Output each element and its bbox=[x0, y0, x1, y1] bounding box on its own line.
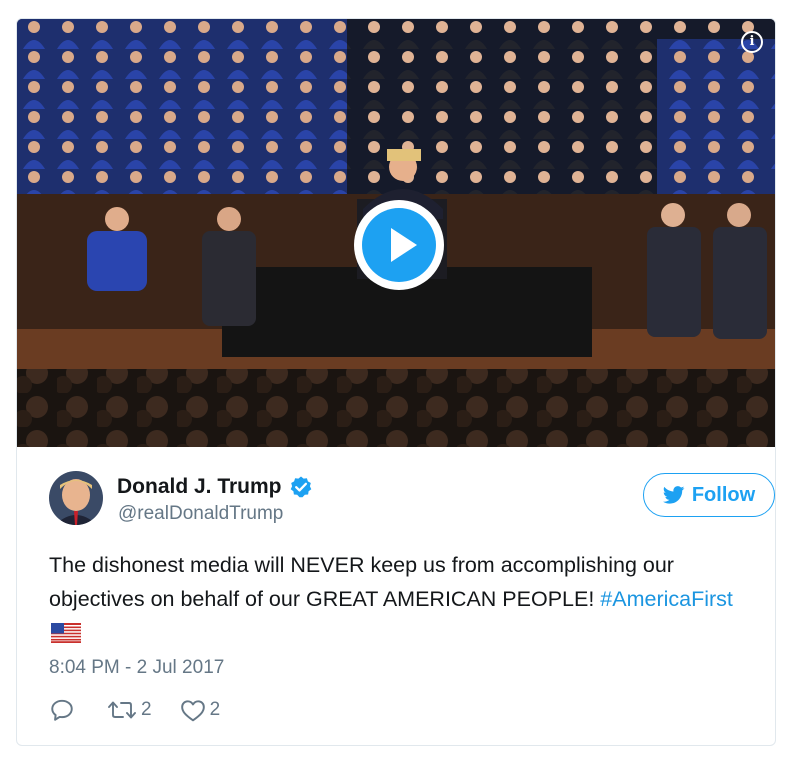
avatar[interactable] bbox=[49, 471, 103, 525]
like-button[interactable]: 2 bbox=[180, 698, 221, 722]
play-icon bbox=[362, 208, 436, 282]
hashtag-link[interactable]: #AmericaFirst bbox=[600, 587, 733, 611]
like-count: 2 bbox=[209, 699, 221, 720]
video-thumbnail[interactable]: i bbox=[17, 19, 775, 447]
reply-icon bbox=[51, 699, 73, 721]
tweet-body: The dishonest media will NEVER keep us f… bbox=[49, 553, 674, 611]
info-icon[interactable]: i bbox=[741, 31, 763, 53]
retweet-button[interactable]: 2 bbox=[107, 698, 152, 722]
follow-button[interactable]: Follow bbox=[643, 473, 775, 517]
verified-badge-icon bbox=[289, 475, 313, 499]
play-button[interactable] bbox=[354, 200, 444, 290]
tweet-author: Donald J. Trump @realDonaldTrump Follow bbox=[49, 471, 775, 527]
tweet-timestamp[interactable]: 8:04 PM - 2 Jul 2017 bbox=[49, 657, 224, 679]
tweet-actions: 2 2 bbox=[49, 697, 248, 723]
tweet-card: i Donald J. Trump @realDonaldTrump Follo… bbox=[16, 18, 776, 746]
tweet-text: The dishonest media will NEVER keep us f… bbox=[49, 548, 749, 653]
retweet-icon bbox=[108, 701, 136, 719]
display-name[interactable]: Donald J. Trump bbox=[117, 475, 282, 499]
user-handle[interactable]: @realDonaldTrump bbox=[118, 503, 283, 525]
reply-button[interactable] bbox=[49, 697, 79, 723]
heart-icon bbox=[180, 700, 205, 722]
bird-icon bbox=[662, 486, 685, 504]
flag-us-icon bbox=[51, 619, 81, 653]
name-row: Donald J. Trump bbox=[117, 475, 313, 499]
follow-label: Follow bbox=[691, 483, 756, 506]
retweet-count: 2 bbox=[141, 699, 152, 720]
